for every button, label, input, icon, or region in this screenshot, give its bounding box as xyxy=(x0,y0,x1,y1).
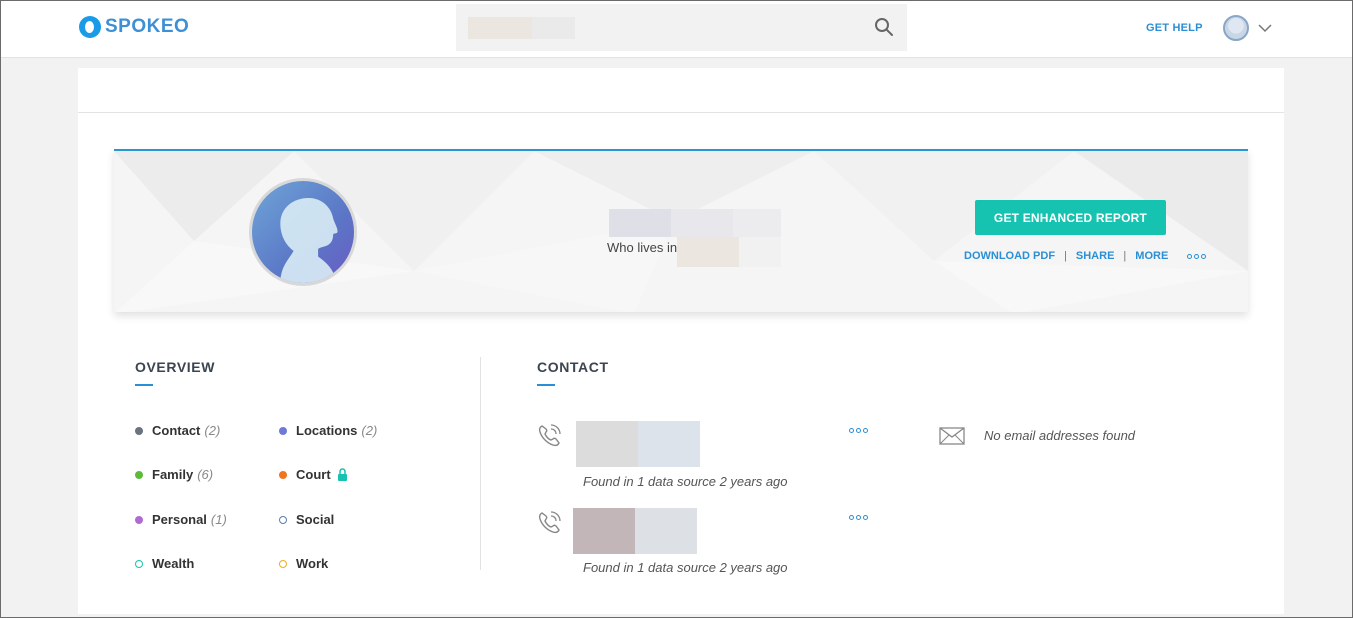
overview-item-count: (1) xyxy=(210,512,227,527)
overview-item-social[interactable]: Social xyxy=(279,512,334,527)
contact-underline xyxy=(537,384,555,386)
category-dot-icon xyxy=(135,426,143,435)
overview-item-work[interactable]: Work xyxy=(279,556,328,571)
overview-item-locations[interactable]: Locations (2) xyxy=(279,423,377,438)
phone-source-text: Found in 1 data source 2 years ago xyxy=(583,474,788,489)
name-redacted xyxy=(671,209,733,237)
overview-item-label: Wealth xyxy=(152,556,195,571)
hero-actions: DOWNLOAD PDF | SHARE | MORE xyxy=(964,250,1207,262)
overview-item-family[interactable]: Family (6) xyxy=(135,467,213,482)
name-redacted xyxy=(609,209,671,237)
overview-item-count: (6) xyxy=(197,467,214,482)
name-redacted xyxy=(733,209,781,237)
no-email-text: No email addresses found xyxy=(984,428,1136,443)
category-dot-icon xyxy=(279,559,287,568)
search-redacted-text xyxy=(468,17,532,39)
overview-item-label: Personal xyxy=(152,512,207,527)
overview-item-court[interactable]: Court xyxy=(279,467,348,482)
overview-item-label: Court xyxy=(296,467,331,482)
overview-item-label: Contact xyxy=(152,423,201,438)
phone-more-dots-icon[interactable] xyxy=(849,515,868,520)
profile-hero: Who lives in GET ENHANCED REPORT DOWNLOA… xyxy=(114,149,1248,312)
overview-item-contact[interactable]: Contact (2) xyxy=(135,423,220,438)
report-card: Who lives in GET ENHANCED REPORT DOWNLOA… xyxy=(78,68,1284,614)
more-link[interactable]: MORE xyxy=(1135,250,1168,262)
phone-number-redacted xyxy=(635,508,697,554)
overview-item-count: (2) xyxy=(361,423,378,438)
separator: | xyxy=(1123,250,1127,262)
phone-number-redacted xyxy=(576,421,638,467)
contact-title: CONTACT xyxy=(537,359,609,375)
search-input[interactable] xyxy=(456,4,907,51)
overview-item-personal[interactable]: Personal (1) xyxy=(135,512,227,527)
overview-item-label: Work xyxy=(296,556,329,571)
phone-icon xyxy=(538,424,561,447)
category-dot-icon xyxy=(279,515,287,524)
separator: | xyxy=(1064,250,1067,262)
overview-underline xyxy=(135,384,153,386)
overview-item-label: Family xyxy=(152,467,194,482)
overview-item-label: Locations xyxy=(296,423,358,438)
category-dot-icon xyxy=(135,559,143,568)
get-help-link[interactable]: GET HELP xyxy=(1146,22,1203,34)
get-enhanced-report-button[interactable]: GET ENHANCED REPORT xyxy=(975,200,1166,235)
section-divider xyxy=(480,357,481,570)
overview-item-wealth[interactable]: Wealth xyxy=(135,556,194,571)
phone-icon xyxy=(538,511,561,534)
top-navigation-bar: SPOKEO GET HELP xyxy=(1,1,1352,58)
phone-number-redacted xyxy=(573,508,635,554)
share-link[interactable]: SHARE xyxy=(1076,250,1115,262)
location-redacted xyxy=(739,237,781,267)
user-avatar-icon[interactable] xyxy=(1223,15,1249,41)
logo-text: SPOKEO xyxy=(105,16,190,37)
phone-number-redacted xyxy=(638,421,700,467)
spokeo-logo[interactable]: SPOKEO xyxy=(79,16,189,38)
overview-item-label: Social xyxy=(296,512,335,527)
phone-source-text: Found in 1 data source 2 years ago xyxy=(583,560,788,575)
who-lives-in-text: Who lives in xyxy=(607,240,678,255)
category-dot-icon xyxy=(279,426,287,435)
overview-title: OVERVIEW xyxy=(135,359,216,375)
lock-icon xyxy=(337,468,347,481)
download-pdf-link[interactable]: DOWNLOAD PDF xyxy=(964,250,1055,262)
category-dot-icon xyxy=(135,515,143,524)
category-dot-icon xyxy=(279,470,287,479)
overview-item-count: (2) xyxy=(204,423,221,438)
mail-icon xyxy=(939,427,965,445)
category-dot-icon xyxy=(135,470,143,479)
location-redacted xyxy=(677,237,739,267)
chevron-down-icon[interactable] xyxy=(1257,20,1273,36)
logo-mark-icon xyxy=(79,16,101,38)
person-silhouette-icon xyxy=(280,198,338,283)
search-redacted-text xyxy=(532,17,575,39)
phone-more-dots-icon[interactable] xyxy=(849,428,868,433)
search-icon[interactable] xyxy=(874,17,894,37)
profile-picture xyxy=(249,178,357,286)
card-divider xyxy=(78,112,1284,113)
more-dots-icon[interactable] xyxy=(1187,253,1207,259)
